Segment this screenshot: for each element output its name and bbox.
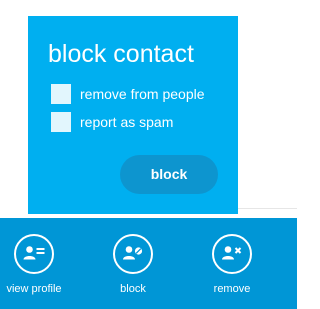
block-user-icon bbox=[113, 234, 153, 274]
remove-action[interactable]: remove bbox=[187, 234, 277, 304]
report-as-spam-label: report as spam bbox=[80, 114, 174, 130]
block-action[interactable]: block bbox=[88, 234, 178, 304]
report-as-spam-option[interactable]: report as spam bbox=[51, 112, 173, 132]
view-profile-label: view profile bbox=[6, 283, 62, 295]
remove-from-people-checkbox[interactable] bbox=[51, 84, 71, 104]
block-button[interactable]: block bbox=[120, 155, 218, 194]
block-label: block bbox=[120, 283, 146, 295]
view-profile-action[interactable]: view profile bbox=[0, 234, 79, 304]
block-contact-dialog: block contact remove from people report … bbox=[28, 16, 238, 214]
report-as-spam-checkbox[interactable] bbox=[51, 112, 71, 132]
remove-user-icon bbox=[212, 234, 252, 274]
dialog-title: block contact bbox=[48, 40, 194, 68]
remove-from-people-option[interactable]: remove from people bbox=[51, 84, 205, 104]
divider bbox=[238, 208, 297, 209]
remove-from-people-label: remove from people bbox=[80, 86, 205, 102]
action-toolbar: view profile block remove bbox=[0, 218, 297, 309]
profile-card-icon bbox=[14, 234, 54, 274]
remove-label: remove bbox=[213, 283, 251, 295]
